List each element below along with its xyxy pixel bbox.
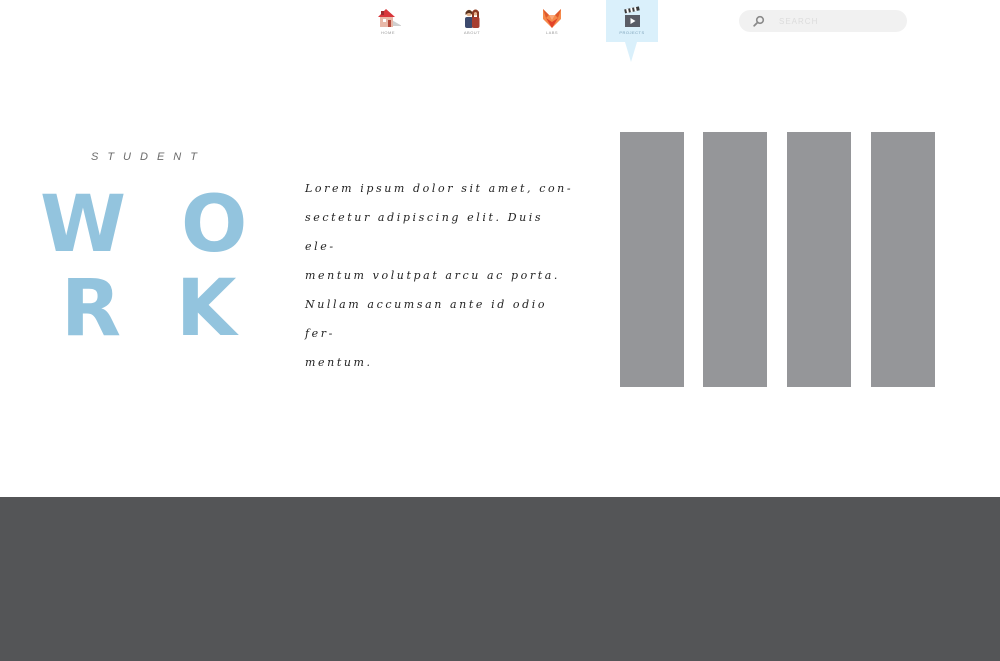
project-panel-2[interactable]: [703, 132, 767, 387]
hero-letter-r: R: [61, 264, 122, 354]
nav-item-home[interactable]: HOME: [362, 0, 414, 42]
clapperboard-icon: [624, 6, 640, 27]
hero-letter-w: W: [40, 180, 127, 270]
nav-label-projects: PROJECTS: [619, 30, 645, 35]
body-line: Lorem ipsum dolor sit amet, con-: [305, 182, 574, 195]
nav-label-home: HOME: [381, 30, 395, 35]
search-box[interactable]: [739, 10, 907, 32]
body-line: mentum volutpat arcu ac porta.: [305, 269, 561, 282]
body-line: Nullam accumsan ante id odio fer-: [305, 298, 548, 340]
body-line: mentum.: [305, 356, 373, 369]
nav-item-about[interactable]: ABOUT: [446, 0, 498, 42]
body-line: sectetur adipiscing elit. Duis ele-: [305, 211, 544, 253]
fox-icon: [543, 9, 561, 28]
hero-kicker: STUDENT: [91, 151, 206, 163]
body-copy: Lorem ipsum dolor sit amet, con- sectetu…: [305, 174, 575, 377]
project-panel-1[interactable]: [620, 132, 684, 387]
page: HOME ABOUT LABS PROJECTS SEARCH STUDENT …: [0, 0, 1000, 661]
nav-label-labs: LABS: [545, 30, 559, 35]
nav-label-about: ABOUT: [463, 30, 481, 35]
project-panel-3[interactable]: [787, 132, 851, 387]
hero-letter-o: O: [181, 180, 248, 270]
nav-item-labs[interactable]: LABS: [526, 0, 578, 42]
hero-letter-k: K: [176, 264, 237, 354]
search-input[interactable]: [777, 15, 901, 27]
footer: [0, 497, 1000, 661]
project-panel-4[interactable]: [871, 132, 935, 387]
search-icon: [753, 15, 765, 27]
nav-item-projects[interactable]: PROJECTS: [606, 0, 658, 42]
active-nav-pointer: [625, 42, 637, 62]
people-icon: [465, 9, 480, 28]
house-icon: [378, 9, 401, 27]
